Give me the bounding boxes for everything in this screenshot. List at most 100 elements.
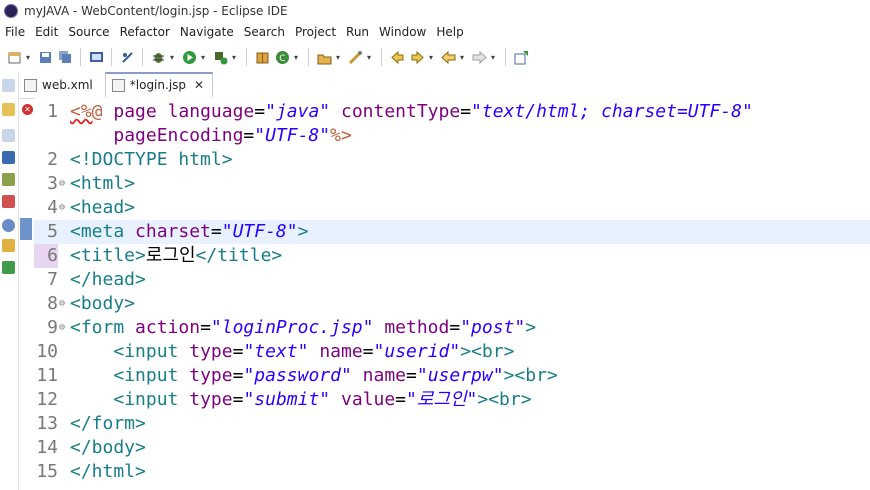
restore-icon[interactable] [2,129,15,142]
new-java-class-icon[interactable]: C [274,49,290,65]
menu-run[interactable]: Run [341,25,374,39]
console-icon[interactable] [88,49,104,65]
menu-search[interactable]: Search [239,25,290,39]
code-token: </title> [195,245,283,266]
toolbar-separator [381,48,382,66]
open-type-dropdown-icon[interactable]: ▾ [334,53,342,62]
servers-icon[interactable] [2,173,15,186]
forward-icon[interactable] [471,49,487,65]
code-line[interactable]: 15 </html> [34,460,870,484]
svg-text:C: C [279,54,285,64]
debug-dropdown-icon[interactable]: ▾ [168,53,176,62]
code-token: <!DOCTYPE html> [70,149,233,170]
run-last-tool-icon[interactable] [212,49,228,65]
fold-toggle-icon[interactable]: ⊖ [59,172,65,196]
code-line[interactable]: 2 <!DOCTYPE html> [34,148,870,172]
skip-breakpoints-icon[interactable] [119,49,135,65]
menu-refactor[interactable]: Refactor [115,25,175,39]
code-token: <input [113,365,179,386]
fold-toggle-icon[interactable]: ⊖ [59,292,65,316]
run-icon[interactable] [181,49,197,65]
menu-window[interactable]: Window [374,25,431,39]
toolbar-separator [111,48,112,66]
code-token: <head> [70,197,136,218]
outline-icon[interactable] [2,151,15,164]
code-line[interactable]: pageEncoding="UTF-8"%> [34,124,870,148]
error-marker-icon[interactable]: ✕ [22,104,33,115]
restore-icon[interactable] [2,79,15,92]
change-marker [20,218,32,240]
open-perspective-icon[interactable] [513,49,529,65]
save-icon[interactable] [37,49,53,65]
save-all-icon[interactable] [57,49,73,65]
code-token: </head> [70,269,146,290]
forward-dropdown-icon[interactable]: ▾ [489,53,497,62]
code-token: = [449,317,461,338]
menu-navigate[interactable]: Navigate [175,25,239,39]
next-annotation-icon[interactable] [409,49,425,65]
menu-file[interactable]: File [0,25,30,39]
tab-web-xml[interactable]: web.xml [18,72,101,98]
code-line[interactable]: 13 </form> [34,412,870,436]
title-bar: myJAVA - WebContent/login.jsp - Eclipse … [0,0,870,22]
code-text: <body> [70,292,135,316]
code-text: <meta charset="UTF-8"> [70,220,308,244]
problems-icon[interactable] [2,195,15,208]
debug-icon[interactable] [150,49,166,65]
fold-toggle-icon[interactable]: ⊖ [59,196,65,220]
code-line[interactable]: 5 <meta charset="UTF-8"> [34,220,870,244]
code-editor[interactable]: 1 <%@ page language="java" contentType="t… [34,98,870,490]
menu-help[interactable]: Help [431,25,468,39]
open-type-icon[interactable] [316,49,332,65]
code-token: charset [135,221,211,242]
code-line[interactable]: 1 <%@ page language="java" contentType="t… [34,100,870,124]
code-token: type [189,389,233,410]
code-line[interactable]: 14 </body> [34,436,870,460]
new-dropdown-icon[interactable]: ▾ [24,53,32,62]
console-view-icon[interactable] [2,261,15,274]
declaration-icon[interactable] [2,239,15,252]
code-line[interactable]: 11 <input type="password" name="userpw">… [34,364,870,388]
code-text: <title>로그인</title> [70,244,282,268]
annotation-dropdown-icon[interactable]: ▾ [427,53,435,62]
toolbar-separator [142,48,143,66]
code-token: </body> [70,437,146,458]
menu-edit[interactable]: Edit [30,25,63,39]
code-line[interactable]: 9 ⊖ <form action="loginProc.jsp" method="p… [34,316,870,340]
line-number: 12 [36,389,58,410]
new-java-package-icon[interactable] [254,49,270,65]
menu-source[interactable]: Source [63,25,114,39]
code-line[interactable]: 3 ⊖ <html> [34,172,870,196]
code-line[interactable]: 4 ⊖ <head> [34,196,870,220]
prev-annotation-icon[interactable] [389,49,405,65]
tab-login-jsp[interactable]: *login.jsp ✕ [104,72,214,98]
code-token: "userid" [373,341,461,362]
code-token: "text" [243,341,309,362]
toolbar-separator [80,48,81,66]
back-icon[interactable] [440,49,456,65]
menu-project[interactable]: Project [290,25,341,39]
code-token: "text/html; charset=UTF-8" [471,101,753,122]
back-dropdown-icon[interactable]: ▾ [458,53,466,62]
javadoc-icon[interactable] [2,219,15,232]
code-line[interactable]: 12 <input type="submit" value="로그인"><br> [34,388,870,412]
search-tool-icon[interactable] [347,49,363,65]
code-token: = [232,341,244,362]
package-explorer-icon[interactable] [2,103,15,116]
code-token: page [113,101,157,122]
code-token: "java" [265,101,331,122]
new-icon[interactable] [6,49,22,65]
run-dropdown-icon[interactable]: ▾ [199,53,207,62]
close-icon[interactable]: ✕ [194,78,204,92]
new-class-dropdown-icon[interactable]: ▾ [292,53,300,62]
code-line[interactable]: 10 <input type="text" name="userid"><br> [34,340,870,364]
line-number: 10 [36,341,58,362]
code-line[interactable]: 8 ⊖ <body> [34,292,870,316]
search-tool-dropdown-icon[interactable]: ▾ [365,53,373,62]
code-line[interactable]: 7 </head> [34,268,870,292]
run-last-tool-dropdown-icon[interactable]: ▾ [230,53,238,62]
fold-toggle-icon[interactable]: ⊖ [59,316,65,340]
code-line[interactable]: 6 <title>로그인</title> [34,244,870,268]
